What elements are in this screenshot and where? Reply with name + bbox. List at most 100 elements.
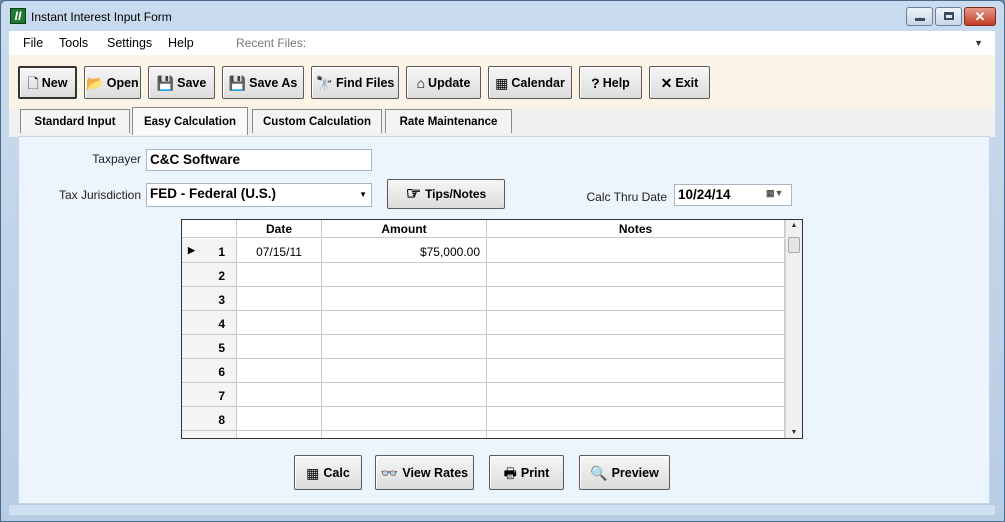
notes-cell[interactable] [487, 359, 785, 383]
tab-custom-calculation[interactable]: Custom Calculation [252, 109, 382, 133]
recent-files-dropdown[interactable]: ▼ [307, 33, 987, 53]
column-header-notes[interactable]: Notes [487, 220, 785, 238]
minimize-icon [915, 18, 925, 21]
calc-thru-date-label: Calc Thru Date [586, 190, 667, 204]
amount-cell[interactable] [322, 407, 487, 431]
calc-button[interactable]: ▦ Calc [294, 455, 362, 490]
tips-notes-button[interactable]: ☞ Tips/Notes [387, 179, 505, 209]
row-number[interactable]: 3 [182, 287, 237, 311]
amount-cell[interactable] [322, 311, 487, 335]
printer-icon: 🖶 [503, 464, 517, 481]
pointing-hand-icon: ☞ [405, 184, 422, 203]
date-cell[interactable] [237, 287, 322, 311]
scroll-down-icon[interactable]: ▼ [786, 429, 802, 436]
tab-rate-maintenance[interactable]: Rate Maintenance [385, 109, 512, 133]
amount-cell[interactable]: $75,000.00 [322, 239, 487, 263]
table-row: ▶ 1 07/15/11 $75,000.00 [182, 239, 785, 263]
exit-button[interactable]: ✕ Exit [649, 66, 710, 99]
notes-cell[interactable] [487, 311, 785, 335]
notes-cell[interactable] [487, 407, 785, 431]
scroll-up-icon[interactable]: ▲ [786, 222, 802, 229]
chevron-down-icon: ▼ [359, 190, 367, 199]
row-number[interactable]: 4 [182, 311, 237, 335]
minimize-button[interactable] [906, 7, 933, 26]
notes-cell[interactable] [487, 335, 785, 359]
tab-standard-input[interactable]: Standard Input [20, 109, 130, 133]
new-button[interactable]: 🗋 New [18, 66, 77, 99]
scroll-thumb[interactable] [788, 237, 800, 253]
notes-cell[interactable] [487, 263, 785, 287]
current-row-arrow-icon: ▶ [188, 245, 195, 255]
open-button[interactable]: 📂 Open [84, 66, 141, 99]
row-header-corner [182, 220, 237, 238]
amount-cell[interactable] [322, 263, 487, 287]
menu-file[interactable]: File [23, 36, 43, 50]
tab-easy-calculation[interactable]: Easy Calculation [132, 107, 248, 135]
find-files-button[interactable]: 🔭 Find Files [311, 66, 399, 99]
update-button-label: Update [428, 75, 471, 90]
menu-settings[interactable]: Settings [107, 36, 152, 50]
row-number[interactable] [182, 431, 237, 438]
amount-cell[interactable] [322, 431, 487, 438]
menu-tools[interactable]: Tools [59, 36, 88, 50]
preview-button[interactable]: 🔍 Preview [579, 455, 670, 490]
save-as-button[interactable]: 💾 Save As [222, 66, 304, 99]
table-row: 2 [182, 263, 785, 287]
date-cell[interactable] [237, 407, 322, 431]
tax-jurisdiction-value: FED - Federal (U.S.) [150, 186, 277, 201]
open-folder-icon: 📂 [86, 74, 104, 91]
help-button[interactable]: ? Help [579, 66, 642, 99]
date-cell[interactable]: 07/15/11 [237, 239, 322, 263]
eyeglasses-icon: 👓 [380, 464, 399, 481]
date-cell[interactable] [237, 335, 322, 359]
date-cell[interactable] [237, 383, 322, 407]
notes-cell[interactable] [487, 239, 785, 263]
row-number[interactable]: 6 [182, 359, 237, 383]
calc-thru-date-picker[interactable]: 10/24/14 ▦▼ [674, 184, 792, 206]
transactions-grid: Date Amount Notes ▶ 1 07/15/11 $75,000.00… [181, 219, 803, 439]
amount-cell[interactable] [322, 335, 487, 359]
view-rates-button[interactable]: 👓 View Rates [375, 455, 474, 490]
binoculars-icon: 🔭 [315, 74, 334, 91]
toolbar: 🗋 New 📂 Open 💾 Save 💾 Save As 🔭 Find Fil… [9, 55, 995, 109]
tax-jurisdiction-select[interactable]: FED - Federal (U.S.) ▼ [146, 183, 372, 207]
column-header-date[interactable]: Date [237, 220, 322, 238]
date-cell[interactable] [237, 431, 322, 438]
close-icon: ✕ [974, 9, 986, 24]
date-cell[interactable] [237, 311, 322, 335]
window-controls: ✕ [906, 7, 996, 26]
notes-cell[interactable] [487, 383, 785, 407]
calendar-icon: ▦ [495, 74, 509, 91]
dropdown-arrow-icon: ▼ [974, 38, 983, 48]
date-cell[interactable] [237, 263, 322, 287]
column-header-amount[interactable]: Amount [322, 220, 487, 238]
amount-cell[interactable] [322, 383, 487, 407]
amount-cell[interactable] [322, 287, 487, 311]
calendar-button-label: Calendar [511, 75, 565, 90]
print-button[interactable]: 🖶 Print [489, 455, 564, 490]
taxpayer-input[interactable]: C&C Software [146, 149, 372, 171]
taxpayer-label: Taxpayer [92, 152, 141, 166]
close-button[interactable]: ✕ [964, 7, 996, 26]
amount-cell[interactable] [322, 359, 487, 383]
table-row: 5 [182, 335, 785, 359]
row-number[interactable]: 7 [182, 383, 237, 407]
update-button[interactable]: ⌂ Update [406, 66, 481, 99]
notes-cell[interactable] [487, 431, 785, 438]
row-number[interactable]: 2 [182, 263, 237, 287]
row-number[interactable]: 8 [182, 407, 237, 431]
menu-help[interactable]: Help [168, 36, 194, 50]
row-number[interactable]: 5 [182, 335, 237, 359]
table-row: 8 [182, 407, 785, 431]
open-button-label: Open [106, 75, 139, 90]
grid-vertical-scrollbar[interactable]: ▲ ▼ [785, 220, 802, 438]
tab-strip: Standard Input Easy Calculation Custom C… [9, 107, 995, 137]
date-cell[interactable] [237, 359, 322, 383]
maximize-button[interactable] [935, 7, 962, 26]
calendar-dropdown-icon[interactable]: ▦▼ [766, 188, 788, 202]
row-number[interactable]: ▶ 1 [182, 239, 237, 263]
save-button[interactable]: 💾 Save [148, 66, 215, 99]
title-bar: II Instant Interest Input Form ✕ [1, 1, 1004, 31]
calendar-button[interactable]: ▦ Calendar [488, 66, 572, 99]
notes-cell[interactable] [487, 287, 785, 311]
